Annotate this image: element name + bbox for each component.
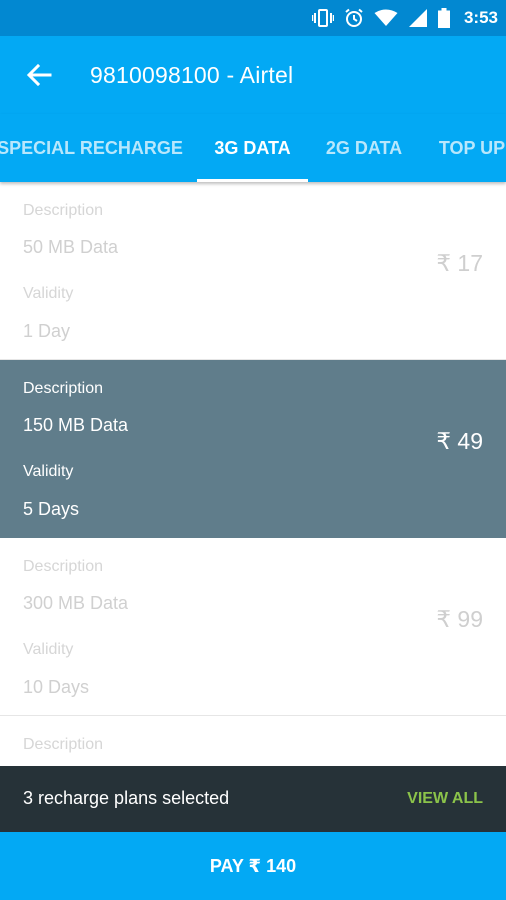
tab-special-recharge[interactable]: SPECIAL RECHARGE	[0, 114, 183, 182]
plan-description: 300 MB Data	[23, 593, 129, 613]
validity-label: Validity	[23, 285, 74, 302]
tab-indicator	[197, 179, 308, 182]
description-label: Description	[23, 380, 104, 397]
plan-row-selected[interactable]: Description 150 MB Data Validity 5 Days …	[0, 360, 506, 538]
tab-2g-data[interactable]: 2G DATA	[314, 114, 414, 182]
plan-validity: 1 Day	[23, 321, 71, 341]
selection-snackbar: 3 recharge plans selected VIEW ALL	[0, 766, 506, 832]
plan-list[interactable]: Description 50 MB Data Validity 1 Day ₹ …	[0, 182, 506, 766]
status-icons: 3:53	[311, 0, 498, 36]
alarm-icon	[345, 8, 363, 27]
app-bar: 9810098100 - Airtel	[0, 36, 506, 114]
tab-label: SPECIAL RECHARGE	[0, 137, 183, 158]
vibrate-icon	[311, 9, 334, 27]
tab-3g-data[interactable]: 3G DATA	[197, 114, 308, 182]
plan-row[interactable]: Description 50 MB Data Validity 1 Day ₹ …	[0, 182, 506, 360]
plan-row[interactable]: Description	[0, 716, 506, 766]
pay-button[interactable]: PAY ₹ 140	[0, 832, 506, 900]
plan-price: ₹ 49	[436, 428, 483, 454]
plan-row[interactable]: Description 300 MB Data Validity 10 Days…	[0, 538, 506, 716]
signal-icon	[408, 9, 427, 27]
view-all-button[interactable]: VIEW ALL	[407, 790, 483, 808]
snackbar-message: 3 recharge plans selected	[23, 788, 230, 808]
status-time: 3:53	[463, 8, 498, 27]
back-arrow-icon[interactable]	[24, 60, 54, 90]
tab-bar: SPECIAL RECHARGE 3G DATA 2G DATA TOP UP	[0, 114, 506, 182]
description-label: Description	[23, 736, 104, 753]
plan-description: 150 MB Data	[23, 415, 129, 435]
description-label: Description	[23, 202, 104, 219]
validity-label: Validity	[23, 641, 74, 658]
plan-validity: 5 Days	[23, 499, 80, 519]
plan-price: ₹ 17	[436, 250, 483, 276]
validity-label: Validity	[23, 463, 74, 480]
tab-label: 2G DATA	[325, 137, 403, 158]
wifi-icon	[374, 9, 398, 26]
tab-label: 3G DATA	[214, 137, 291, 158]
status-bar: 3:53	[0, 0, 506, 36]
plan-validity: 10 Days	[23, 677, 90, 697]
plan-description: 50 MB Data	[23, 237, 119, 257]
tab-top-up[interactable]: TOP UP	[430, 114, 506, 182]
battery-icon	[437, 8, 450, 28]
page-title: 9810098100 - Airtel	[90, 62, 294, 88]
plan-price: ₹ 99	[436, 606, 483, 632]
tab-label: TOP UP	[438, 137, 506, 158]
description-label: Description	[23, 558, 104, 575]
